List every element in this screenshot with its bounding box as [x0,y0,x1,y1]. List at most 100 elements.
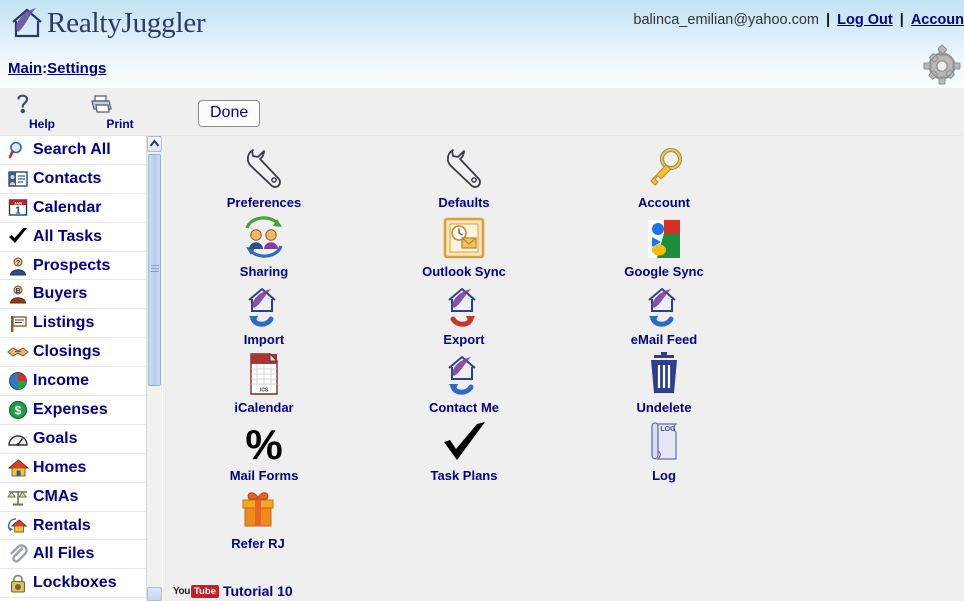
tile-preferences[interactable]: Preferences [169,142,359,210]
tile-task-plans[interactable]: Task Plans [369,415,559,483]
sidebar-label: Expenses [33,400,108,418]
sidebar-item-all-files[interactable]: All Files [0,540,146,570]
tile-defaults[interactable]: Defaults [369,142,559,210]
handshake-icon [5,341,31,363]
sidebar-label: Rentals [33,516,91,534]
scroll-log-icon: LOG [569,415,759,465]
sidebar-item-cmas[interactable]: CMAs [0,482,146,512]
sidebar-item-income[interactable]: Income [0,367,146,397]
dollar-coin-icon: $ [5,399,31,421]
breadcrumb-settings[interactable]: Settings [47,60,106,77]
sidebar-item-prospects[interactable]: ? Prospects [0,251,146,281]
key-icon [569,142,759,192]
tutorial-link[interactable]: You Tube Tutorial 10 [173,583,293,599]
sidebar-scrollbar[interactable] [146,136,162,601]
sidebar-label: Homes [33,458,87,476]
gear-icon[interactable] [918,44,962,88]
svg-text:LOG: LOG [660,426,676,433]
toolbar: Help Print [0,88,964,136]
tile-label: Outlook Sync [422,264,506,279]
sidebar-item-goals[interactable]: Goals [0,424,146,454]
calendar-icon: JAN 1 [5,197,31,219]
tile-import[interactable]: Import [169,279,359,347]
account-email: balinca_emilian@yahoo.com [633,12,819,28]
tile-email-feed[interactable]: eMail Feed [569,279,759,347]
tile-label: Task Plans [430,468,498,483]
tile-contact-me[interactable]: Contact Me [369,347,559,415]
youtube-you-text: You [173,585,190,597]
contact-card-icon [5,168,31,190]
tile-outlook-sync[interactable]: Outlook Sync [369,211,559,279]
person-b-icon: B [5,283,31,305]
trash-can-icon [569,347,759,397]
brand-name: RealtyJuggler [47,6,206,39]
sidebar-item-homes[interactable]: Homes [0,453,146,483]
svg-text:B: B [15,288,20,295]
wrench-icon [169,142,359,192]
tile-refer-rj[interactable]: Refer RJ [163,483,353,551]
sidebar-item-closings[interactable]: Closings [0,338,146,368]
gift-box-icon [163,483,353,533]
printer-icon [91,95,112,113]
scrollbar-thumb[interactable] [148,154,161,386]
scrollbar-grip-icon [151,265,159,274]
sidebar-item-contacts[interactable]: Contacts [0,164,146,194]
print-button[interactable]: Print [88,90,152,131]
tile-log[interactable]: LOG Log [569,415,759,483]
tile-sharing[interactable]: Sharing [169,211,359,279]
house-arrow-out-icon [369,279,559,329]
tile-mail-forms[interactable]: % Mail Forms [169,415,359,483]
sidebar-label: Income [33,372,90,390]
sidebar-item-rentals[interactable]: Rentals [0,511,146,541]
checkmark-icon [5,226,31,248]
account-separator-1: | [826,12,831,28]
chevron-down-icon[interactable] [147,587,162,601]
page-header: RealtyJuggler balinca_emilian@yahoo.com … [0,0,964,88]
ics-file-icon: ICS [169,347,359,397]
sidebar-label: Lockboxes [33,574,117,592]
tile-label: Import [243,332,285,347]
tile-google-sync[interactable]: Google Sync [569,211,759,279]
sidebar-label: Search All [33,140,111,158]
help-button[interactable]: Help [10,90,74,131]
breadcrumb-main[interactable]: Main [8,60,42,77]
sidebar-item-buyers[interactable]: B Buyers [0,280,146,310]
sidebar-item-listings[interactable]: Listings [0,309,146,339]
sidebar-item-calendar[interactable]: JAN 1 Calendar [0,193,146,223]
tile-label: eMail Feed [630,332,698,347]
tile-label: Contact Me [428,400,500,415]
person-question-icon: ? [5,255,31,277]
outlook-icon [369,211,559,261]
account-bar: balinca_emilian@yahoo.com | Log Out | Ac… [633,12,964,28]
sidebar-item-lockboxes[interactable]: Lockboxes [0,569,146,599]
tile-account[interactable]: Account [569,142,759,210]
question-mark-icon [17,94,29,114]
sidebar-item-expenses[interactable]: $ Expenses [0,396,146,425]
sidebar-label: Calendar [33,198,102,216]
help-label: Help [28,117,55,131]
sidebar-item-search-all[interactable]: Search All [0,136,146,165]
log-out-link[interactable]: Log Out [837,12,893,28]
house-arrow-in-icon [169,279,359,329]
tile-label: Account [638,195,690,210]
percent-icon: % [169,415,359,465]
house-icon [5,457,31,479]
account-link[interactable]: Accoun [911,12,964,28]
padlock-icon [5,572,31,594]
tile-icalendar[interactable]: ICS iCalendar [169,347,359,415]
svg-text:%: % [245,421,282,465]
print-label: Print [106,117,134,131]
sidebar-label: Buyers [33,285,88,303]
done-button[interactable]: Done [198,100,261,127]
tile-label: Preferences [226,195,302,210]
tile-label: Export [443,332,485,347]
chevron-up-icon[interactable] [147,136,162,152]
svg-text:ICS: ICS [260,388,269,394]
sidebar-item-all-tasks[interactable]: All Tasks [0,222,146,252]
tile-export[interactable]: Export [369,279,559,347]
scales-icon [5,486,31,508]
tile-label: Log [652,468,676,483]
account-separator-2: | [899,12,904,28]
brand-logo[interactable]: RealtyJuggler [6,2,206,44]
tile-undelete[interactable]: Undelete [569,347,759,415]
